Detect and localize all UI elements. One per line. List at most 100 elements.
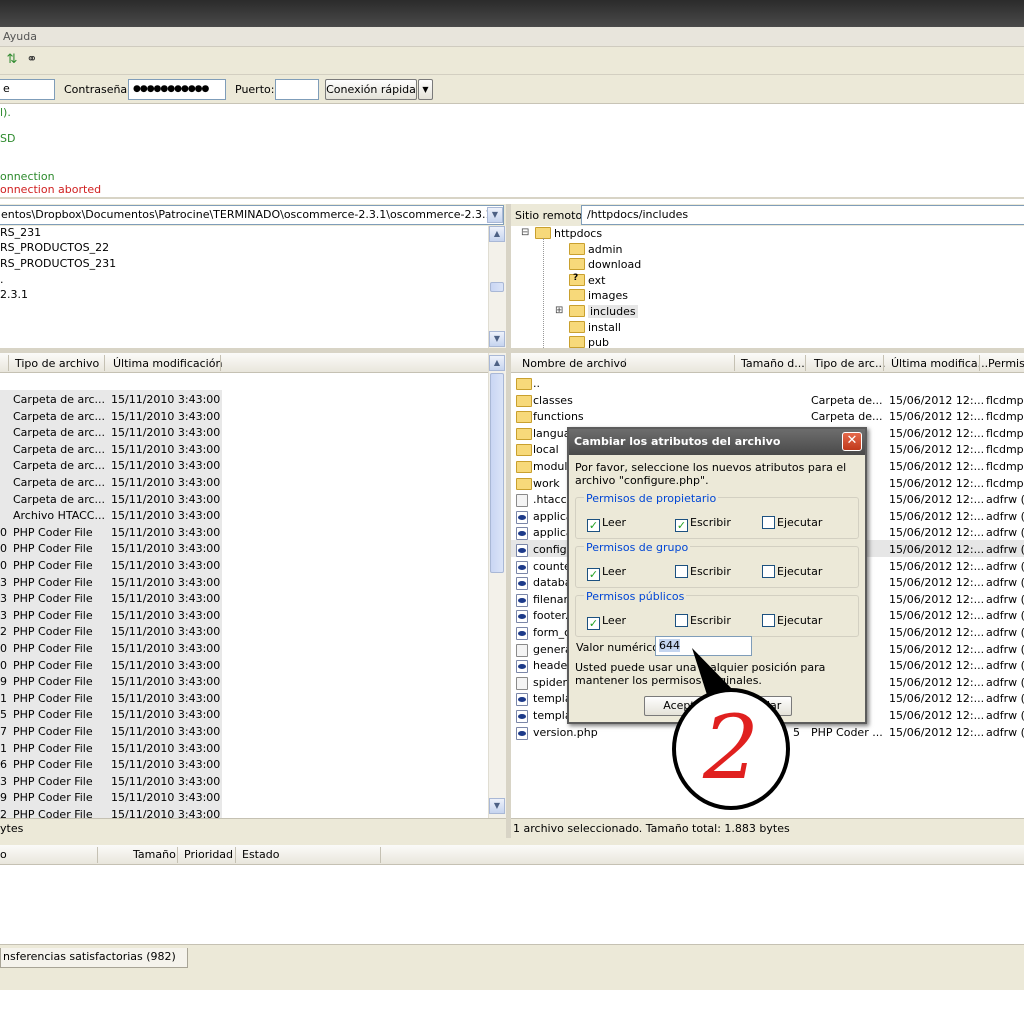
column-size[interactable]: Tamaño d...: [741, 357, 805, 370]
tree-expander-icon[interactable]: ⊟: [521, 227, 529, 238]
table-row[interactable]: 1 PHP Coder File 15/11/2010 3:43:00: [0, 690, 488, 707]
local-tree-scrollbar[interactable]: ▲ ▼: [488, 226, 506, 348]
quickconnect-button[interactable]: Conexión rápida: [325, 79, 417, 100]
scroll-thumb[interactable]: [490, 282, 504, 292]
menu-help[interactable]: Ayuda: [3, 30, 37, 43]
owner-exec-checkbox[interactable]: Ejecutar: [762, 516, 822, 529]
local-path-combo[interactable]: entos\Dropbox\Documentos\Patrocine\TERMI…: [0, 205, 504, 225]
queue-splitter[interactable]: [0, 838, 1024, 845]
group-write-checkbox[interactable]: Escribir: [675, 565, 731, 578]
column-queue-name[interactable]: o: [0, 848, 7, 861]
owner-read-checkbox[interactable]: ✓ Leer: [587, 516, 626, 532]
scroll-down-icon[interactable]: ▼: [489, 331, 505, 347]
table-row[interactable]: Carpeta de arc... 15/11/2010 3:43:00: [0, 474, 488, 491]
table-row[interactable]: Carpeta de arc... 15/11/2010 3:43:00: [0, 491, 488, 508]
column-type[interactable]: Tipo de arc...: [814, 357, 885, 370]
tree-expander-icon[interactable]: ⊞: [555, 305, 563, 316]
scroll-down-icon[interactable]: ▼: [489, 798, 505, 814]
scroll-up-icon[interactable]: ▲: [489, 226, 505, 242]
table-row[interactable]: 1 PHP Coder File 15/11/2010 3:43:00: [0, 740, 488, 757]
local-path-dropdown-icon[interactable]: ▼: [487, 207, 503, 223]
column-filename[interactable]: Nombre de archivo: [522, 357, 627, 370]
checkbox-mark[interactable]: [762, 516, 775, 529]
remote-path-text: /httpdocs/includes: [587, 208, 689, 221]
table-row[interactable]: Carpeta de arc... 15/11/2010 3:43:00: [0, 391, 488, 408]
host-input[interactable]: e: [0, 79, 55, 100]
table-row[interactable]: 0 PHP Coder File 15/11/2010 3:43:00: [0, 540, 488, 557]
checkbox-mark[interactable]: ✓: [587, 519, 600, 532]
remote-tree-item[interactable]: install: [569, 320, 621, 334]
table-row[interactable]: 3 PHP Coder File 15/11/2010 3:43:00: [0, 590, 488, 607]
local-tree-item[interactable]: 2.3.1: [0, 288, 28, 301]
table-row[interactable]: 3 PHP Coder File 15/11/2010 3:43:00: [0, 607, 488, 624]
tab-successful-transfers[interactable]: nsferencias satisfactorias (982): [0, 948, 188, 968]
table-row[interactable]: Archivo HTACC... 15/11/2010 3:43:00: [0, 507, 488, 524]
public-read-checkbox[interactable]: ✓ Leer: [587, 614, 626, 630]
table-row[interactable]: 2 PHP Coder File 15/11/2010 3:43:00: [0, 623, 488, 640]
column-permissions[interactable]: Permiso: [988, 357, 1024, 370]
table-row[interactable]: classes Carpeta de... 15/06/2012 12:... flc…: [511, 392, 1024, 409]
table-row[interactable]: 3 PHP Coder File 15/11/2010 3:43:00: [0, 574, 488, 591]
column-last-modified[interactable]: Última modifica...: [891, 357, 988, 370]
checkbox-mark[interactable]: ✓: [587, 568, 600, 581]
checkbox-mark[interactable]: ✓: [675, 519, 688, 532]
column-queue-status[interactable]: Estado: [242, 848, 279, 861]
table-row[interactable]: Carpeta de arc... 15/11/2010 3:43:00: [0, 441, 488, 458]
table-row[interactable]: 0 PHP Coder File 15/11/2010 3:43:00: [0, 557, 488, 574]
checkbox-mark[interactable]: [762, 565, 775, 578]
table-row[interactable]: functions Carpeta de... 15/06/2012 12:... f…: [511, 408, 1024, 425]
table-row[interactable]: 0 PHP Coder File 15/11/2010 3:43:00: [0, 657, 488, 674]
checkbox-mark[interactable]: [675, 565, 688, 578]
binoculars-icon[interactable]: ⚭: [24, 52, 40, 68]
group-exec-checkbox[interactable]: Ejecutar: [762, 565, 822, 578]
remote-tree-item[interactable]: ⊞ includes: [555, 305, 638, 318]
remote-tree-item[interactable]: images: [569, 289, 628, 302]
remote-tree-item[interactable]: ⊟ httpdocs: [521, 227, 602, 240]
table-row[interactable]: Carpeta de arc... 15/11/2010 3:43:00: [0, 408, 488, 425]
remote-tree-item[interactable]: admin: [569, 242, 622, 256]
column-queue-size[interactable]: Tamaño: [133, 848, 176, 861]
local-tree-item[interactable]: RS_PRODUCTOS_22: [0, 241, 109, 254]
table-row[interactable]: 2 PHP Coder File 15/11/2010 3:43:00: [0, 806, 488, 818]
password-input[interactable]: ●●●●●●●●●●●: [128, 79, 226, 100]
row-size-fragment: 3: [0, 592, 7, 606]
public-exec-checkbox[interactable]: Ejecutar: [762, 614, 822, 627]
close-icon[interactable]: ✕: [842, 432, 862, 451]
column-queue-priority[interactable]: Prioridad: [184, 848, 233, 861]
table-row[interactable]: ..: [511, 375, 1024, 392]
local-list-scrollbar[interactable]: ▲ ▼: [488, 353, 506, 818]
table-row[interactable]: 9 PHP Coder File 15/11/2010 3:43:00: [0, 673, 488, 690]
remote-path-combo[interactable]: /httpdocs/includes: [581, 205, 1024, 225]
row-type: Carpeta de arc...: [13, 409, 106, 423]
table-row[interactable]: 9 PHP Coder File 15/11/2010 3:43:00: [0, 789, 488, 806]
scroll-up-icon[interactable]: ▲: [489, 355, 505, 371]
table-row[interactable]: Carpeta de arc... 15/11/2010 3:43:00: [0, 457, 488, 474]
table-row[interactable]: 6 PHP Coder File 15/11/2010 3:43:00: [0, 756, 488, 773]
remote-tree-item[interactable]: pub: [569, 336, 609, 348]
local-tree-item[interactable]: .: [0, 273, 4, 286]
remote-tree-item[interactable]: download: [569, 258, 641, 271]
local-tree-item[interactable]: RS_PRODUCTOS_231: [0, 257, 116, 270]
sync-arrows-icon[interactable]: ⇅: [4, 52, 20, 68]
remote-tree-item[interactable]: ? ext: [569, 273, 605, 287]
local-tree-item[interactable]: RS_231: [0, 226, 41, 239]
column-file-type[interactable]: Tipo de archivo: [15, 357, 99, 370]
port-input[interactable]: [275, 79, 319, 100]
checkbox-mark[interactable]: [762, 614, 775, 627]
quickconnect-dropdown-icon[interactable]: ▼: [418, 79, 433, 100]
table-row[interactable]: Carpeta de arc... 15/11/2010 3:43:00: [0, 424, 488, 441]
table-row[interactable]: 3 PHP Coder File 15/11/2010 3:43:00: [0, 773, 488, 790]
table-row[interactable]: 7 PHP Coder File 15/11/2010 3:43:00: [0, 723, 488, 740]
group-read-checkbox[interactable]: ✓ Leer: [587, 565, 626, 581]
column-last-modified[interactable]: Última modificación: [113, 357, 222, 370]
row-date: 15/06/2012 12:...: [889, 476, 985, 490]
table-row[interactable]: 5 PHP Coder File 15/11/2010 3:43:00: [0, 706, 488, 723]
owner-write-checkbox[interactable]: ✓ Escribir: [675, 516, 731, 532]
message-log: l). SD onnection onnection aborted: [0, 104, 1024, 199]
scroll-thumb[interactable]: [490, 373, 504, 573]
checkbox-mark[interactable]: ✓: [587, 617, 600, 630]
table-row[interactable]: 0 PHP Coder File 15/11/2010 3:43:00: [0, 640, 488, 657]
table-row[interactable]: 0 PHP Coder File 15/11/2010 3:43:00: [0, 524, 488, 541]
public-write-checkbox[interactable]: Escribir: [675, 614, 731, 627]
checkbox-mark[interactable]: [675, 614, 688, 627]
